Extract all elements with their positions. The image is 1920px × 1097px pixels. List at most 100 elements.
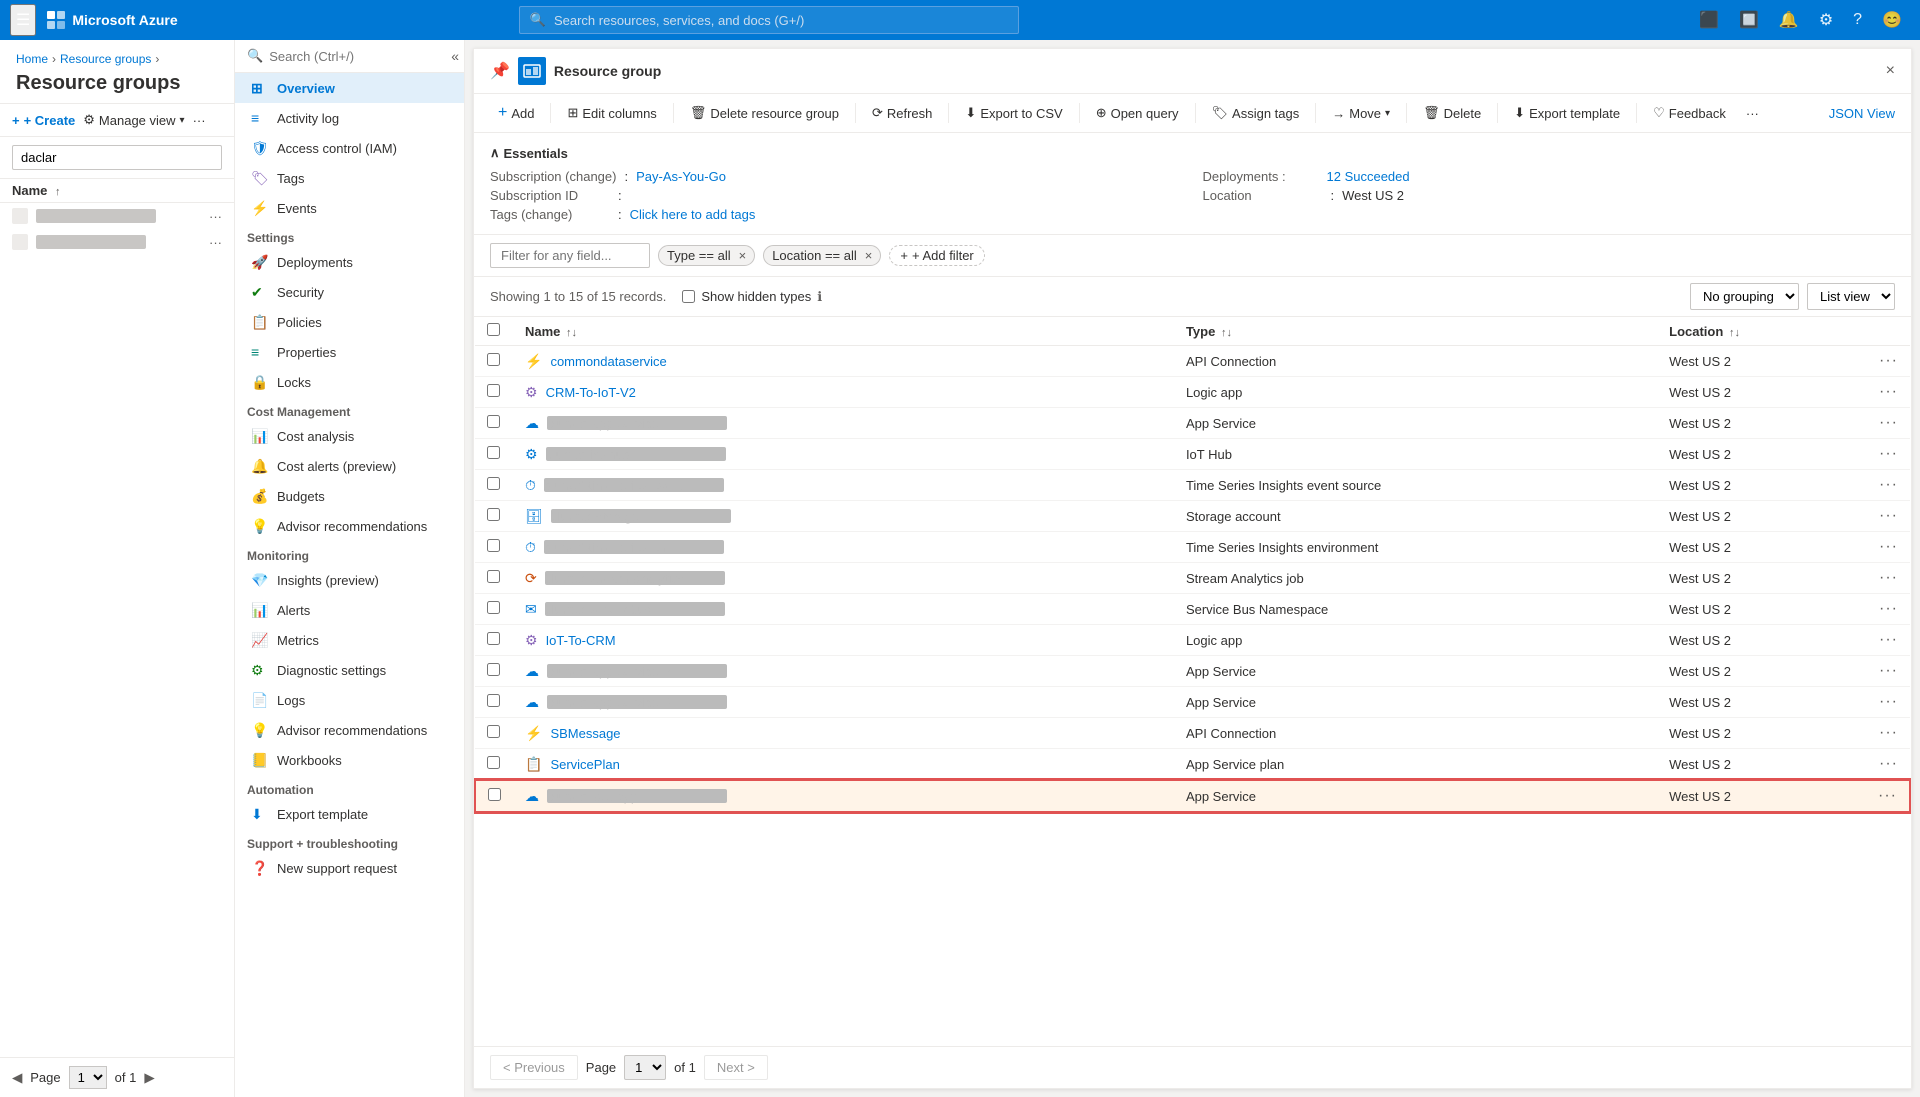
row-more-button[interactable]: ··· [1879,600,1898,618]
location-filter-close[interactable]: × [865,248,873,263]
breadcrumb-home[interactable]: Home [16,52,48,66]
hamburger-menu[interactable]: ☰ [10,4,36,36]
directory-icon[interactable]: 🔲 [1731,6,1767,34]
row-checkbox[interactable] [487,725,500,738]
row-checkbox[interactable] [487,663,500,676]
nav-item-properties[interactable]: ≡ Properties [235,337,464,367]
row-checkbox[interactable] [487,384,500,397]
resource-name-link[interactable]: commondataservice [550,354,666,369]
row-checkbox[interactable] [487,601,500,614]
row-more-button[interactable]: ··· [1879,445,1898,463]
show-hidden-info-icon[interactable]: ℹ [817,289,822,305]
manage-view-button[interactable]: ⚙ Manage view ▾ [83,112,184,128]
more-actions-sidebar-button[interactable]: ··· [193,113,206,128]
page-select-sidebar[interactable]: 1 [69,1066,107,1089]
notifications-icon[interactable]: 🔔 [1771,6,1807,34]
row-checkbox[interactable] [487,539,500,552]
nav-item-security[interactable]: ✔ Security [235,277,464,307]
nav-item-events[interactable]: ⚡ Events [235,193,464,223]
nav-item-cost-analysis[interactable]: 📊 Cost analysis [235,421,464,451]
row-more-button[interactable]: ··· [1879,662,1898,680]
settings-icon[interactable]: ⚙ [1811,6,1841,34]
page-next-button[interactable]: ▶ [144,1070,154,1086]
grouping-dropdown[interactable]: No grouping [1690,283,1799,310]
row-more-button[interactable]: ··· [1879,383,1898,401]
nav-collapse-button[interactable]: « [451,48,459,64]
open-query-button[interactable]: ⊕ Open query [1088,101,1187,125]
more-toolbar-button[interactable]: ··· [1738,102,1767,125]
nav-item-advisor-monitoring[interactable]: 💡 Advisor recommendations [235,715,464,745]
resource-item-2[interactable]: ··· [0,229,234,255]
nav-item-export-template[interactable]: ⬇ Export template [235,799,464,829]
essentials-chevron[interactable]: ∧ [490,145,500,161]
row-more-button[interactable]: ··· [1879,352,1898,370]
resource-name-link[interactable]: SBMessage [550,726,620,741]
nav-item-budgets[interactable]: 💰 Budgets [235,481,464,511]
json-view-link[interactable]: JSON View [1829,106,1895,121]
resource-name-link[interactable]: IoT-To-CRM [546,633,616,648]
row-checkbox[interactable] [487,415,500,428]
export-csv-button[interactable]: ⬇ Export to CSV [957,101,1070,125]
page-prev-button[interactable]: ◀ [12,1070,22,1086]
nav-item-locks[interactable]: 🔒 Locks [235,367,464,397]
nav-item-policies[interactable]: 📋 Policies [235,307,464,337]
nav-item-insights[interactable]: 💎 Insights (preview) [235,565,464,595]
row-more-button[interactable]: ··· [1879,693,1898,711]
delete-resource-group-button[interactable]: 🗑 Delete resource group [682,101,847,125]
cloud-shell-icon[interactable]: ⬛ [1691,6,1727,34]
deployments-value[interactable]: 12 Succeeded [1327,169,1410,184]
nav-search-input[interactable] [269,49,445,64]
row-more-button[interactable]: ··· [1879,476,1898,494]
sidebar-filter-input[interactable] [12,145,222,170]
nav-item-deployments[interactable]: 🚀 Deployments [235,247,464,277]
row-checkbox[interactable] [487,508,500,521]
move-button[interactable]: → Move ▾ [1324,102,1398,125]
row-more-button[interactable]: ··· [1879,569,1898,587]
previous-page-button[interactable]: < Previous [490,1055,578,1080]
nav-item-diagnostic[interactable]: ⚙ Diagnostic settings [235,655,464,685]
global-search-bar[interactable]: 🔍 Search resources, services, and docs (… [519,6,1019,34]
add-button[interactable]: + Add [490,100,542,126]
show-hidden-checkbox[interactable] [682,290,695,303]
row-checkbox[interactable] [487,477,500,490]
pin-icon[interactable]: 📌 [490,61,510,81]
select-all-checkbox[interactable] [487,323,500,336]
help-icon[interactable]: ? [1845,7,1870,33]
delete-button[interactable]: 🗑 Delete [1415,101,1489,125]
nav-item-alerts[interactable]: 📊 Alerts [235,595,464,625]
assign-tags-button[interactable]: 🏷 Assign tags [1204,101,1308,125]
row-more-button[interactable]: ··· [1879,755,1898,773]
feedback-button[interactable]: ♡ Feedback [1645,101,1734,125]
row-checkbox[interactable] [487,353,500,366]
nav-item-tags[interactable]: 🏷 Tags [235,163,464,193]
row-checkbox[interactable] [487,446,500,459]
breadcrumb-resource-groups[interactable]: Resource groups [60,52,151,66]
add-filter-button[interactable]: + + Add filter [889,245,984,266]
nav-item-support[interactable]: ❓ New support request [235,853,464,883]
nav-item-activity-log[interactable]: ≡ Activity log [235,103,464,133]
row-more-button[interactable]: ··· [1879,631,1898,649]
refresh-button[interactable]: ⟳ Refresh [864,101,940,125]
row-checkbox[interactable] [487,570,500,583]
header-location-col[interactable]: Location ↑↓ [1657,317,1866,346]
row-checkbox[interactable] [488,788,501,801]
nav-item-overview[interactable]: ⊞ Overview [235,73,464,103]
resource-name-link[interactable]: CRM-To-IoT-V2 [546,385,636,400]
nav-item-advisor-cost[interactable]: 💡 Advisor recommendations [235,511,464,541]
row-more-button[interactable]: ··· [1879,414,1898,432]
filter-input[interactable] [490,243,650,268]
resource-more-2[interactable]: ··· [209,235,222,250]
row-checkbox[interactable] [487,756,500,769]
row-more-button[interactable]: ··· [1879,538,1898,556]
next-page-button[interactable]: Next > [704,1055,768,1080]
resource-item-1[interactable]: ··· [0,203,234,229]
header-name-col[interactable]: Name ↑↓ [513,317,1174,346]
create-button[interactable]: + + Create [12,113,75,128]
row-checkbox[interactable] [487,694,500,707]
account-icon[interactable]: 😊 [1874,6,1910,34]
nav-item-metrics[interactable]: 📈 Metrics [235,625,464,655]
row-more-button[interactable]: ··· [1879,507,1898,525]
nav-item-logs[interactable]: 📄 Logs [235,685,464,715]
subscription-value[interactable]: Pay-As-You-Go [636,169,726,184]
tags-value[interactable]: Click here to add tags [630,207,756,222]
